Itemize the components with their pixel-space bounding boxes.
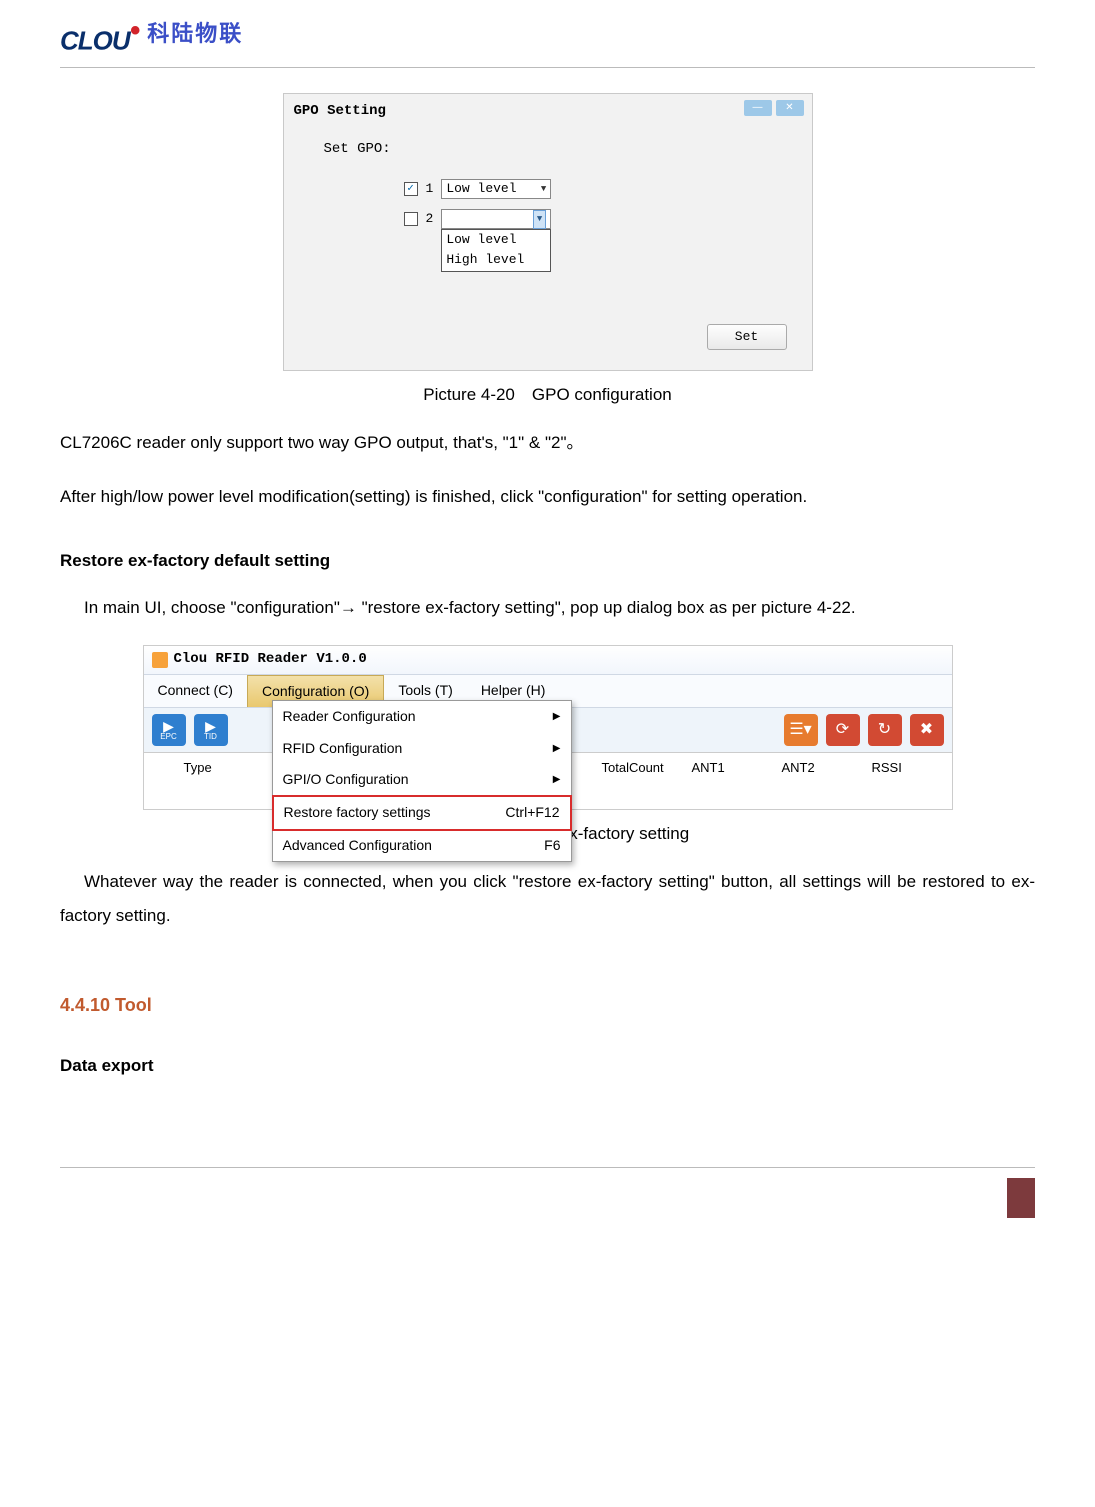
gpo-setting-window: — ✕ GPO Setting Set GPO: 1 Low level ▼ 2 [283,93,813,371]
toolbar-list-icon[interactable]: ☰▾ [784,714,818,746]
gpo-checkbox-2[interactable] [404,212,418,226]
shortcut-label: F6 [544,836,560,856]
app-icon [152,652,168,668]
gpo-select-1[interactable]: Low level ▼ [441,179,551,199]
para-gpo-config: After high/low power level modification(… [60,480,1035,514]
app-window: Clou RFID Reader V1.0.0 Connect (C) Conf… [143,645,953,809]
logo-text: CLOU• [60,10,139,59]
submenu-arrow-icon: ▶ [553,710,561,724]
configuration-dropdown: Reader Configuration▶ RFID Configuration… [272,700,572,862]
gpo-dropdown-list[interactable]: Low level High level [441,229,551,271]
logo: CLOU• 科陆物联 [60,10,243,59]
menu-connect[interactable]: Connect (C) [144,675,247,708]
toolbar-epc-button[interactable]: ▶EPC [152,714,186,746]
shortcut-label: Ctrl+F12 [505,803,559,823]
gpo-row2-num: 2 [426,210,434,228]
logo-cn: 科陆物联 [147,19,243,50]
menu-gpio-config[interactable]: GPI/O Configuration▶ [273,764,571,796]
menu-rfid-config[interactable]: RFID Configuration▶ [273,733,571,765]
para-restore-explain: Whatever way the reader is connected, wh… [60,865,1035,933]
menu-restore-factory[interactable]: Restore factory settingsCtrl+F12 [272,795,572,831]
toolbar-stop-icon[interactable]: ✖ [910,714,944,746]
gpo-option-high[interactable]: High level [442,250,550,270]
para-restore-intro: In main UI, choose "configuration"→ "res… [60,591,1035,625]
page-footer [60,1167,1035,1212]
toolbar-reload-icon[interactable]: ↻ [868,714,902,746]
gpo-row1-num: 1 [426,180,434,198]
section-restore-heading: Restore ex-factory default setting [60,549,1035,573]
minimize-icon[interactable]: — [744,100,772,116]
col-type: Type [174,753,244,783]
para-gpo-support: CL7206C reader only support two way GPO … [60,426,1035,460]
toolbar-refresh-icon[interactable]: ⟳ [826,714,860,746]
gpo-select-2[interactable]: ▼ Low level High level [441,209,551,229]
section-4-4-10: 4.4.10 Tool [60,993,1035,1018]
submenu-arrow-icon: ▶ [553,742,561,756]
gpo-option-low[interactable]: Low level [442,230,550,250]
col-ant1: ANT1 [682,753,772,783]
submenu-arrow-icon: ▶ [553,773,561,787]
col-ant2: ANT2 [772,753,862,783]
set-button[interactable]: Set [707,324,787,350]
footer-page-marker [1007,1178,1035,1218]
toolbar-tid-button[interactable]: ▶TID [194,714,228,746]
app-titlebar: Clou RFID Reader V1.0.0 [144,646,952,674]
close-icon[interactable]: ✕ [776,100,804,116]
menu-reader-config[interactable]: Reader Configuration▶ [273,701,571,733]
chevron-down-icon: ▼ [541,183,546,196]
chevron-down-icon: ▼ [533,210,546,229]
gpo-select-1-value: Low level [446,180,516,198]
gpo-row-2: 2 ▼ Low level High level [404,209,792,229]
menu-advanced-config[interactable]: Advanced ConfigurationF6 [273,830,571,862]
page-header: CLOU• 科陆物联 [60,10,1035,68]
fig1-caption: Picture 4-20 GPO configuration [60,383,1035,407]
gpo-window-title: GPO Setting [284,94,812,130]
col-rssi: RSSI [862,753,952,783]
set-gpo-label: Set GPO: [324,140,792,160]
gpo-row-1: 1 Low level ▼ [404,179,792,199]
col-totalcount: TotalCount [592,753,682,783]
gpo-checkbox-1[interactable] [404,182,418,196]
section-data-export: Data export [60,1054,1035,1078]
app-title: Clou RFID Reader V1.0.0 [174,650,367,670]
